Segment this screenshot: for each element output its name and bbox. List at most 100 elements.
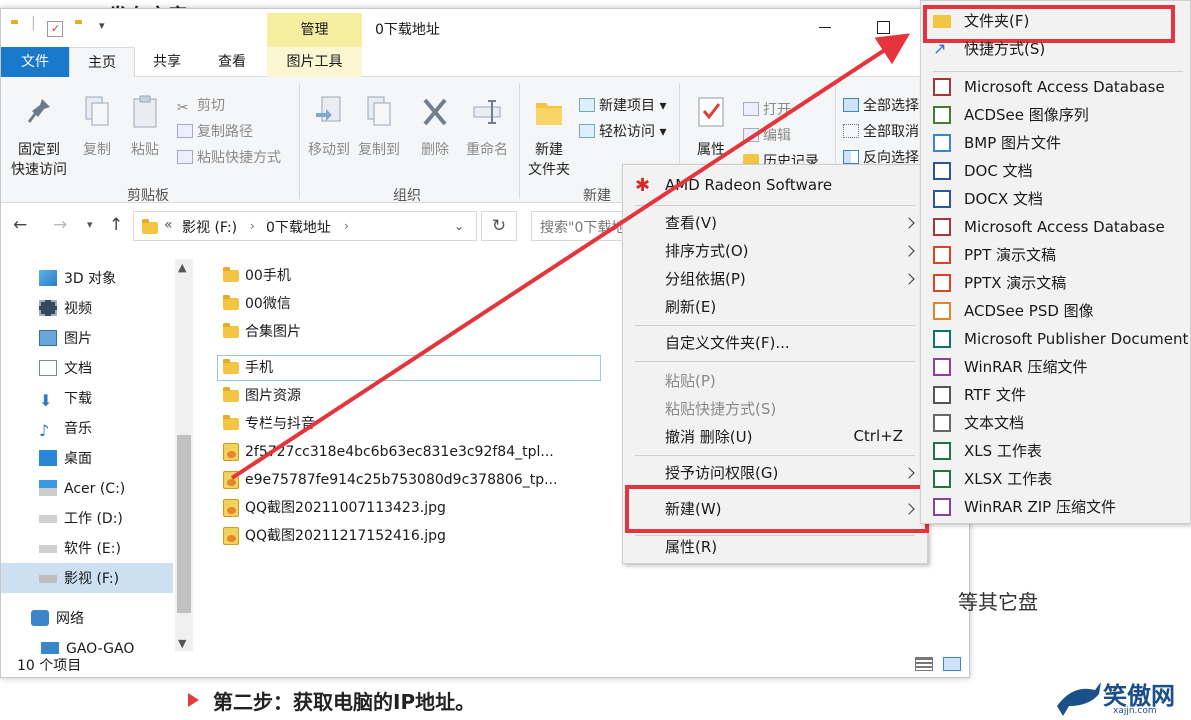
submenu-item[interactable]: Microsoft Access Database	[964, 73, 1165, 101]
file-list: 00手机 00微信 合集图片 手机 图片资源 专栏与抖音 2f5727cc318…	[215, 261, 615, 561]
copy-to-button[interactable]: 复制到	[355, 95, 403, 159]
nav-item-documents[interactable]: 文档	[39, 355, 92, 383]
nav-item-pictures[interactable]: 图片	[39, 325, 92, 353]
customize-quick-access-icon[interactable]: ▾	[99, 19, 105, 32]
submenu-item[interactable]: 快捷方式(S)	[964, 35, 1045, 63]
select-all-button[interactable]: 全部选择	[843, 95, 919, 115]
scroll-up-icon[interactable]: ▲	[178, 261, 186, 274]
submenu-item[interactable]: DOC 文档	[964, 157, 1033, 185]
menu-item-refresh[interactable]: 刷新(E)	[665, 293, 716, 321]
menu-item-customize-folder[interactable]: 自定义文件夹(F)...	[665, 329, 790, 357]
nav-item-videos[interactable]: 视频	[39, 295, 92, 323]
submenu-item[interactable]: BMP 图片文件	[964, 129, 1061, 157]
nav-item-drive-d[interactable]: 工作 (D:)	[39, 505, 123, 533]
new-item-button[interactable]: 新建项目 ▾	[579, 95, 666, 115]
list-item[interactable]: QQ截图20211007113423.jpg	[223, 495, 446, 521]
copy-button[interactable]: 复制	[77, 95, 117, 159]
breadcrumb-folder[interactable]: 0下载地址	[266, 217, 331, 237]
maximize-button[interactable]	[871, 15, 895, 39]
menu-item-group-by[interactable]: 分组依据(P)	[665, 265, 746, 293]
list-item[interactable]: e9e75787fe914c25b753080d9c378806_tp...	[223, 467, 557, 493]
submenu-item[interactable]: WinRAR ZIP 压缩文件	[964, 493, 1116, 521]
address-input[interactable]: « 影视 (F:) › 0下载地址 › ⌄	[133, 211, 477, 241]
pin-quick-access-button[interactable]: 固定到 快速访问	[9, 95, 69, 179]
recent-locations-chevron-icon[interactable]: ▾	[87, 218, 93, 231]
menu-item-paste-shortcut[interactable]: 粘贴快捷方式(S)	[665, 395, 776, 423]
submenu-item[interactable]: ACDSee PSD 图像	[964, 297, 1094, 325]
tab-picture-tools[interactable]: 图片工具	[267, 47, 362, 77]
scroll-down-icon[interactable]: ▼	[178, 637, 186, 650]
tab-view[interactable]: 查看	[199, 47, 265, 77]
nav-item-network[interactable]: 网络	[31, 605, 84, 633]
nav-scrollbar-thumb[interactable]	[177, 435, 191, 613]
submenu-item[interactable]: RTF 文件	[964, 381, 1026, 409]
submenu-item[interactable]: XLS 工作表	[964, 437, 1042, 465]
menu-item-sort[interactable]: 排序方式(O)	[665, 237, 749, 265]
submenu-item[interactable]: 文件夹(F)	[964, 7, 1029, 35]
back-arrow-icon[interactable]: ←	[13, 215, 27, 235]
menu-item-paste[interactable]: 粘贴(P)	[665, 367, 716, 395]
submenu-item[interactable]: PPTX 演示文稿	[964, 269, 1066, 297]
new-folder-button[interactable]: 新建 文件夹	[525, 95, 573, 179]
submenu-item[interactable]: WinRAR 压缩文件	[964, 353, 1087, 381]
large-icons-view-icon[interactable]	[943, 657, 961, 671]
new-folder-icon	[536, 103, 562, 125]
nav-item-drive-c[interactable]: Acer (C:)	[39, 475, 125, 503]
nav-item-drive-f[interactable]: 影视 (F:)	[39, 565, 119, 593]
details-view-icon[interactable]	[915, 657, 933, 671]
nav-item-downloads[interactable]: ⬇ 下载	[39, 385, 92, 413]
breadcrumb-chevron-icon[interactable]: ›	[344, 219, 349, 233]
list-item[interactable]: 2f5727cc318e4bc6b63ec831e3c92f84_tpl...	[223, 439, 554, 465]
search-input[interactable]: 搜索"0下载地址"	[531, 211, 631, 241]
nav-item-music[interactable]: ♪ 音乐	[39, 415, 92, 443]
tab-home[interactable]: 主页	[69, 47, 135, 78]
submenu-item[interactable]: PPT 演示文稿	[964, 241, 1056, 269]
open-button[interactable]: 打开	[743, 99, 791, 119]
breadcrumb-chevron-icon[interactable]: ›	[250, 219, 255, 233]
refresh-button[interactable]: ↻	[481, 211, 517, 241]
easy-access-button[interactable]: 轻松访问 ▾	[579, 121, 666, 141]
menu-item-view[interactable]: 查看(V)	[665, 209, 915, 237]
submenu-item[interactable]: ACDSee 图像序列	[964, 101, 1089, 129]
paste-shortcut-button[interactable]: 粘贴快捷方式	[177, 147, 281, 167]
properties-quick-icon[interactable]: ✓	[47, 21, 63, 37]
menu-item-grant-access[interactable]: 授予访问权限(G)	[665, 459, 778, 487]
properties-button[interactable]: 属性	[691, 95, 731, 159]
submenu-item[interactable]: DOCX 文档	[964, 185, 1043, 213]
rename-button[interactable]: 重命名	[461, 95, 513, 159]
select-none-button[interactable]: 全部取消	[843, 121, 919, 141]
list-item[interactable]: 手机	[223, 355, 273, 381]
menu-item-amd[interactable]: AMD Radeon Software	[665, 171, 832, 199]
address-dropdown-chevron-icon[interactable]: ⌄	[454, 219, 464, 233]
minimize-button[interactable]	[813, 15, 837, 39]
breadcrumb-drive[interactable]: 影视 (F:)	[182, 217, 237, 237]
submenu-item[interactable]: Microsoft Access Database	[964, 213, 1165, 241]
forward-arrow-icon[interactable]: →	[53, 215, 67, 235]
breadcrumb-overflow[interactable]: «	[164, 217, 173, 233]
list-item[interactable]: 图片资源	[223, 383, 301, 409]
menu-item-properties[interactable]: 属性(R)	[665, 533, 717, 561]
nav-item-desktop[interactable]: 桌面	[39, 445, 92, 473]
nav-item-drive-e[interactable]: 软件 (E:)	[39, 535, 121, 563]
nav-item-3d-objects[interactable]: 3D 对象	[39, 265, 116, 293]
edit-button[interactable]: 编辑	[743, 125, 791, 145]
list-item[interactable]: 专栏与抖音	[223, 411, 315, 437]
list-item[interactable]: 00手机	[223, 263, 291, 289]
tab-file[interactable]: 文件	[1, 47, 69, 77]
copy-path-button[interactable]: 复制路径	[177, 121, 253, 141]
menu-item-undo-delete[interactable]: 撤消 删除(U)	[665, 423, 752, 451]
delete-button[interactable]: 删除	[415, 95, 455, 159]
submenu-item[interactable]: 文本文档	[964, 409, 1024, 437]
up-arrow-icon[interactable]: ↑	[109, 215, 123, 235]
submenu-item[interactable]: XLSX 工作表	[964, 465, 1052, 493]
move-to-button[interactable]: 移动到	[305, 95, 353, 159]
list-item[interactable]: 00微信	[223, 291, 291, 317]
list-item[interactable]: 合集图片	[223, 319, 301, 345]
tab-share[interactable]: 共享	[135, 47, 199, 77]
winrar-icon	[933, 358, 951, 376]
paste-button[interactable]: 粘贴	[125, 95, 165, 159]
cut-button[interactable]: ✂ 剪切	[177, 95, 225, 116]
submenu-item[interactable]: Microsoft Publisher Document	[964, 325, 1188, 353]
list-item[interactable]: QQ截图20211217152416.jpg	[223, 523, 446, 549]
manage-tab[interactable]: 管理	[267, 13, 362, 47]
